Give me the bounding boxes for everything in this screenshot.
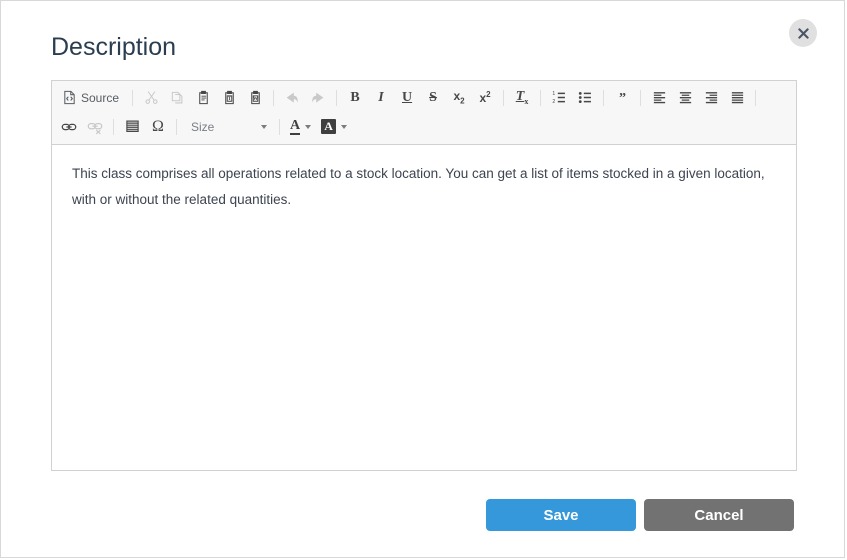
toolbar-row-1: SourceTWBIUSx2x2Tx12” [56, 83, 792, 112]
save-button[interactable]: Save [486, 499, 636, 531]
bold-icon: B [350, 90, 359, 106]
toolbar-separator [273, 90, 274, 106]
toolbar-separator [755, 90, 756, 106]
paste-button[interactable] [192, 87, 214, 109]
close-icon [798, 28, 809, 39]
copy-pages-icon [170, 90, 185, 105]
superscript-icon: x2 [479, 90, 490, 105]
italic-icon: I [378, 90, 383, 106]
show-blocks-icon [125, 119, 140, 134]
font-size-select[interactable]: Size [184, 116, 272, 138]
toolbar-separator [603, 90, 604, 106]
clipboard-icon [196, 90, 211, 105]
strikethrough-icon: S [429, 90, 437, 106]
underline-icon: U [402, 90, 412, 106]
scissors-icon [144, 90, 159, 105]
bold-button[interactable]: B [344, 87, 366, 109]
source-button[interactable]: Source [58, 87, 125, 109]
svg-text:2: 2 [552, 99, 555, 105]
numbered-list-icon: 12 [552, 90, 567, 105]
editor-toolbar: SourceTWBIUSx2x2Tx12” ΩSizeAA [52, 81, 796, 145]
unlink-icon [87, 119, 103, 135]
italic-button[interactable]: I [370, 87, 392, 109]
toolbar-separator [540, 90, 541, 106]
redo-button [307, 87, 329, 109]
toolbar-separator [336, 90, 337, 106]
superscript-button[interactable]: x2 [474, 87, 496, 109]
link-icon [61, 119, 77, 135]
svg-text:W: W [253, 97, 258, 102]
description-dialog: Description SourceTWBIUSx2x2Tx12” ΩSizeA… [0, 0, 845, 558]
subscript-button[interactable]: x2 [448, 87, 470, 109]
clipboard-text-icon: T [222, 90, 237, 105]
background-color-icon: A [321, 119, 336, 134]
undo-button [281, 87, 303, 109]
strikethrough-button[interactable]: S [422, 87, 444, 109]
text-color-button[interactable]: A [286, 116, 315, 138]
source-page-icon [62, 90, 77, 105]
underline-button[interactable]: U [396, 87, 418, 109]
subscript-icon: x2 [453, 89, 464, 105]
paste-as-text-button[interactable]: T [218, 87, 240, 109]
toolbar-separator [176, 119, 177, 135]
chevron-down-icon [261, 125, 267, 129]
background-color-button[interactable]: A [317, 116, 351, 138]
svg-text:1: 1 [552, 91, 555, 97]
link-button[interactable] [58, 116, 80, 138]
remove-format-icon: Tx [516, 89, 529, 106]
redo-arrow-icon [310, 90, 326, 106]
close-button[interactable] [789, 19, 817, 47]
align-left-button[interactable] [648, 87, 670, 109]
paste-from-word-button[interactable]: W [244, 87, 266, 109]
bulleted-list-icon [578, 90, 593, 105]
omega-icon: Ω [152, 119, 164, 135]
dialog-footer: Save Cancel [51, 499, 794, 531]
toolbar-row-2: Ω Size A A [56, 112, 792, 141]
page-title: Description [51, 31, 176, 63]
toolbar-separator [640, 90, 641, 106]
toolbar-separator [132, 90, 133, 106]
align-right-button[interactable] [700, 87, 722, 109]
chevron-down-icon [305, 125, 311, 129]
editor-content-area[interactable]: This class comprises all operations rela… [52, 145, 796, 534]
align-center-button[interactable] [674, 87, 696, 109]
show-blocks-button[interactable] [121, 116, 143, 138]
source-button-label: Source [81, 91, 119, 105]
numbered-list-button[interactable]: 12 [548, 87, 570, 109]
justify-button[interactable] [726, 87, 748, 109]
clipboard-word-icon: W [248, 90, 263, 105]
toolbar-separator [113, 119, 114, 135]
toolbar-separator [503, 90, 504, 106]
toolbar-separator [279, 119, 280, 135]
rich-text-editor: SourceTWBIUSx2x2Tx12” ΩSizeAA This class… [51, 80, 797, 471]
remove-format-button[interactable]: Tx [511, 87, 533, 109]
align-justify-icon [730, 90, 745, 105]
copy-button [166, 87, 188, 109]
unlink-button [84, 116, 106, 138]
align-right-icon [704, 90, 719, 105]
cancel-button[interactable]: Cancel [644, 499, 794, 531]
special-char-button[interactable]: Ω [147, 116, 169, 138]
editor-paragraph: This class comprises all operations rela… [72, 161, 776, 213]
cut-button [140, 87, 162, 109]
bulleted-list-button[interactable] [574, 87, 596, 109]
align-center-icon [678, 90, 693, 105]
chevron-down-icon [341, 125, 347, 129]
text-color-icon: A [290, 119, 300, 135]
font-size-value: Size [191, 120, 214, 134]
undo-arrow-icon [284, 90, 300, 106]
blockquote-button[interactable]: ” [611, 87, 633, 109]
align-left-icon [652, 90, 667, 105]
svg-text:”: ” [619, 90, 626, 105]
quote-icon: ” [615, 90, 630, 105]
